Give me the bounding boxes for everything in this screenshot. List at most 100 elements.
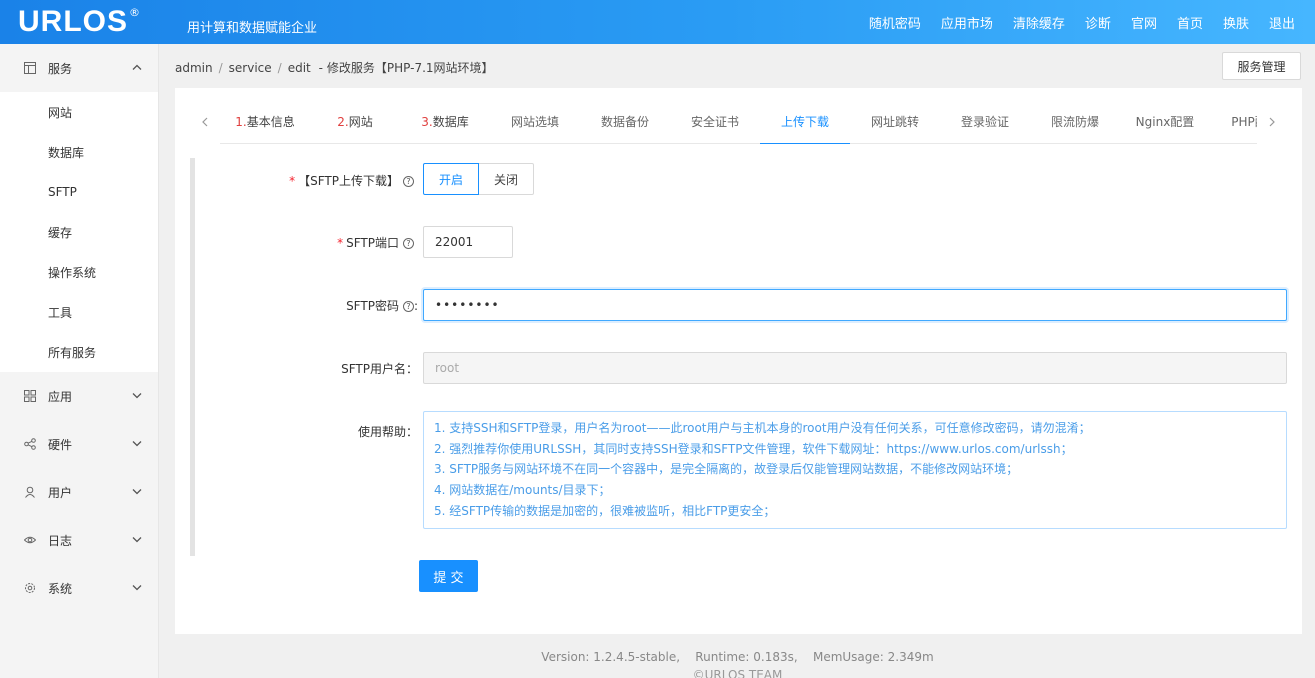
tab-next-icon[interactable] bbox=[1257, 100, 1287, 144]
layout-icon bbox=[24, 62, 36, 74]
sftp-toggle-label-text: 【SFTP上传下载】 bbox=[298, 174, 399, 188]
sidebar-item-database[interactable]: 数据库 bbox=[0, 132, 158, 172]
share-icon bbox=[24, 438, 36, 450]
sidebar-group-users[interactable]: 用户 bbox=[0, 468, 158, 516]
sftp-port-label: * SFTP端口? bbox=[337, 234, 414, 251]
sftp-password-label-text: SFTP密码 bbox=[346, 299, 399, 313]
sidebar-group-apps[interactable]: 应用 bbox=[0, 372, 158, 420]
nav-random-password[interactable]: 随机密码 bbox=[869, 13, 921, 32]
tab-php-config[interactable]: PHP配置 bbox=[1210, 100, 1257, 144]
tab-data-backup[interactable]: 数据备份 bbox=[580, 100, 670, 144]
chevron-down-icon bbox=[132, 439, 142, 450]
usage-help-box[interactable]: 1. 支持SSH和SFTP登录，用户名为root——此root用户与主机本身的r… bbox=[423, 411, 1287, 529]
breadcrumb-separator: / bbox=[218, 61, 223, 75]
sidebar-item-website[interactable]: 网站 bbox=[0, 92, 158, 132]
tab-database[interactable]: 3.数据库 bbox=[400, 100, 490, 144]
sidebar-group-label: 系统 bbox=[48, 581, 73, 596]
help-circle-icon[interactable]: ? bbox=[402, 301, 414, 312]
sftp-username-input bbox=[423, 352, 1287, 384]
grid-icon bbox=[24, 390, 36, 402]
nav-skin[interactable]: 换肤 bbox=[1223, 13, 1249, 32]
tab-website[interactable]: 2.网站 bbox=[310, 100, 400, 144]
nav-app-market[interactable]: 应用市场 bbox=[941, 13, 993, 32]
submit-button[interactable]: 提 交 bbox=[419, 560, 478, 592]
chevron-down-icon bbox=[132, 583, 142, 594]
sidebar-item-tools[interactable]: 工具 bbox=[0, 292, 158, 332]
sftp-password-input[interactable] bbox=[423, 289, 1287, 321]
sidebar-group-label: 应用 bbox=[48, 389, 73, 404]
tab-upload-download[interactable]: 上传下载 bbox=[760, 100, 850, 144]
sftp-port-label-text: SFTP端口 bbox=[346, 236, 399, 250]
sidebar-group-label: 用户 bbox=[48, 485, 73, 500]
tab-list: 1.基本信息 2.网站 3.数据库 网站选填 数据备份 安全证书 上传下载 网址跳转 登录验证限… bbox=[220, 100, 1257, 144]
nav-logout[interactable]: 退出 bbox=[1269, 13, 1295, 32]
help-line: 2. 强烈推荐你使用URLSSH，其同时支持SSH登录和SFTP文件管理，软件下… bbox=[434, 441, 1073, 456]
chevron-down-icon bbox=[132, 535, 142, 546]
sftp-port-input[interactable] bbox=[423, 226, 513, 258]
sidebar-group-label: 硬件 bbox=[48, 437, 73, 452]
breadcrumb-admin[interactable]: admin bbox=[175, 61, 213, 75]
required-mark: * bbox=[337, 236, 344, 250]
label-colon: : bbox=[413, 299, 418, 313]
tab-basic-info[interactable]: 1.基本信息 bbox=[220, 100, 310, 144]
tab-rate-limit[interactable]: 限流防爆 bbox=[1030, 100, 1120, 144]
service-manage-button[interactable]: 服务管理 bbox=[1222, 52, 1301, 80]
gear-icon bbox=[24, 582, 36, 594]
help-line: 5. 经SFTP传输的数据是加密的，很难被监听，相比FTP更安全； bbox=[434, 503, 776, 518]
help-circle-icon[interactable]: ? bbox=[403, 238, 414, 249]
tab-bar: 1.基本信息 2.网站 3.数据库 网站选填 数据备份 安全证书 上传下载 网址跳转 登录验证限… bbox=[190, 100, 1287, 144]
logo[interactable]: URLOS ® bbox=[18, 3, 140, 41]
service-submenu: 网站 数据库 SFTP 缓存 操作系统 工具 所有服务 bbox=[0, 92, 158, 372]
breadcrumb-dash: - bbox=[318, 61, 323, 75]
breadcrumb-bar: admin / service / edit - 修改服务【PHP-7.1网站环境】 服务… bbox=[160, 44, 1315, 88]
help-line: 3. SFTP服务与网站环境不在同一个容器中，是完全隔离的，故登录后仅能管理网站… bbox=[434, 462, 1019, 477]
sftp-username-label: SFTP用户名： bbox=[341, 362, 418, 376]
user-icon bbox=[24, 486, 36, 498]
nav-home[interactable]: 首页 bbox=[1177, 13, 1203, 32]
tab-prev-icon[interactable] bbox=[190, 100, 220, 144]
logo-text: URLOS bbox=[18, 5, 128, 38]
chevron-up-icon bbox=[132, 63, 142, 74]
tab-ssl-certificate[interactable]: 安全证书 bbox=[670, 100, 760, 144]
sidebar-group-system[interactable]: 系统 bbox=[0, 564, 158, 612]
tab-nginx-config[interactable]: Nginx配置 bbox=[1120, 100, 1210, 144]
sidebar-item-cache[interactable]: 缓存 bbox=[0, 212, 158, 252]
help-line: 4. 网站数据在/mounts/目录下； bbox=[434, 483, 611, 498]
chevron-down-icon bbox=[132, 487, 142, 498]
chevron-down-icon bbox=[132, 391, 142, 402]
registered-mark: ® bbox=[129, 5, 140, 19]
top-nav: 随机密码 应用市场 清除缓存 诊断 官网 首页 换肤 退出 bbox=[869, 0, 1315, 44]
sftp-password-label: SFTP密码?: bbox=[346, 297, 418, 314]
sidebar-group-service[interactable]: 服务 bbox=[0, 44, 158, 92]
nav-diagnose[interactable]: 诊断 bbox=[1085, 13, 1111, 32]
help-circle-icon[interactable]: ? bbox=[403, 176, 414, 187]
footer-version: Version: 1.2.4.5-stable, Runtime: 0.183s… bbox=[541, 650, 934, 664]
footer-copyright: ©URLOS TEAM bbox=[692, 668, 783, 678]
tab-label: 数据库 bbox=[432, 115, 469, 129]
help-line: 1. 支持SSH和SFTP登录，用户名为root——此root用户与主机本身的r… bbox=[434, 421, 1091, 435]
sftp-disable-radio[interactable]: 关闭 bbox=[478, 163, 535, 195]
sidebar: 服务 网站 数据库 SFTP 缓存 操作系统 工具 所有服务 应用 硬件 用户 … bbox=[0, 44, 159, 678]
breadcrumb-service[interactable]: service bbox=[229, 61, 272, 75]
tab-website-optional[interactable]: 网站选填 bbox=[490, 100, 580, 144]
sidebar-group-hardware[interactable]: 硬件 bbox=[0, 420, 158, 468]
required-mark: * bbox=[289, 174, 296, 188]
slogan: 用计算和数据赋能企业 bbox=[187, 21, 318, 36]
nav-official-site[interactable]: 官网 bbox=[1131, 13, 1157, 32]
sftp-enable-radio[interactable]: 开启 bbox=[423, 163, 480, 195]
top-header: URLOS ® 用计算和数据赋能企业 随机密码 应用市场 清除缓存 诊断 官网 … bbox=[0, 0, 1315, 44]
sidebar-group-logs[interactable]: 日志 bbox=[0, 516, 158, 564]
sidebar-item-os[interactable]: 操作系统 bbox=[0, 252, 158, 292]
sidebar-item-all-services[interactable]: 所有服务 bbox=[0, 332, 158, 372]
tab-url-redirect[interactable]: 网址跳转 bbox=[850, 100, 940, 144]
nav-clear-cache[interactable]: 清除缓存 bbox=[1013, 13, 1065, 32]
tab-login-auth[interactable]: 登录验证 bbox=[940, 100, 1030, 144]
sidebar-item-sftp[interactable]: SFTP bbox=[0, 172, 158, 212]
content-card: 1.基本信息 2.网站 3.数据库 网站选填 数据备份 安全证书 上传下载 网址跳转 登录验证限… bbox=[175, 88, 1302, 634]
sftp-toggle-label: * 【SFTP上传下载】? bbox=[289, 172, 414, 189]
tab-label: 网站 bbox=[348, 115, 373, 129]
tab-step-number: 1. bbox=[235, 115, 247, 129]
tab-step-number: 2. bbox=[337, 115, 349, 129]
breadcrumb-separator: / bbox=[277, 61, 282, 75]
eye-icon bbox=[23, 534, 37, 546]
